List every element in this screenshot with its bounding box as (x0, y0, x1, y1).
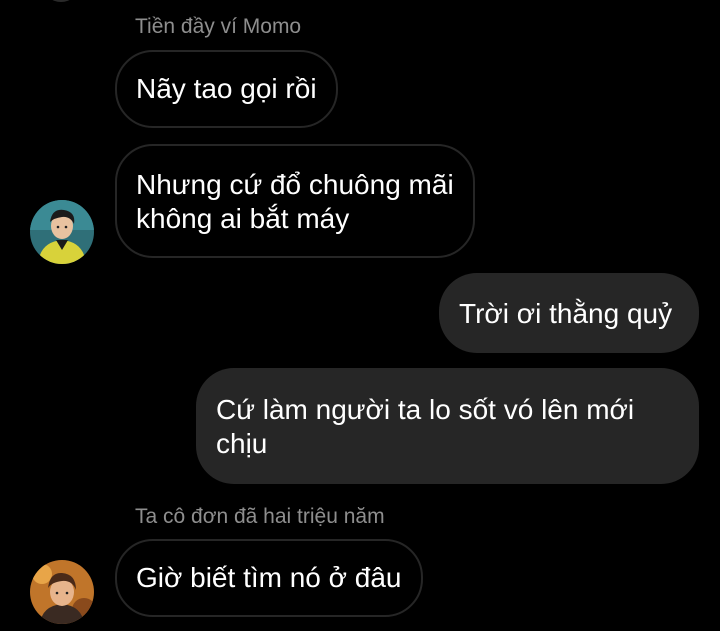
message-text: Nãy tao gọi rồi (136, 73, 317, 104)
message-text-line: chịu (216, 428, 268, 459)
incoming-message[interactable]: Nhưng cứ đổ chuông mãi không ai bắt máy (115, 144, 475, 258)
incoming-message[interactable]: Nãy tao gọi rồi (115, 50, 338, 128)
message-text-line: Nhưng cứ đổ chuông mãi (136, 169, 454, 200)
message-text-line: không ai bắt máy (136, 203, 350, 234)
sender-name: Ta cô đơn đã hai triệu năm (135, 505, 385, 528)
message-text: Trời ơi thằng quỷ (459, 298, 673, 329)
outgoing-message[interactable]: Cứ làm người ta lo sốt vó lên mới chịu (196, 368, 699, 484)
message-text-line: Cứ làm người ta lo sốt vó lên mới (216, 394, 635, 425)
sender-avatar[interactable] (30, 200, 94, 264)
user-avatar-photo-icon (30, 200, 94, 264)
message-thread: Tiền đầy ví Momo Nãy tao gọi rồi Nhưng c… (0, 0, 720, 631)
previous-avatar (44, 0, 78, 2)
incoming-message[interactable]: Giờ biết tìm nó ở đâu (115, 539, 423, 617)
sender-name: Tiền đầy ví Momo (135, 15, 302, 38)
user-avatar-photo-icon (30, 560, 94, 624)
outgoing-message[interactable]: Trời ơi thằng quỷ (439, 273, 699, 353)
message-text: Giờ biết tìm nó ở đâu (136, 562, 402, 593)
sender-avatar[interactable] (30, 560, 94, 624)
